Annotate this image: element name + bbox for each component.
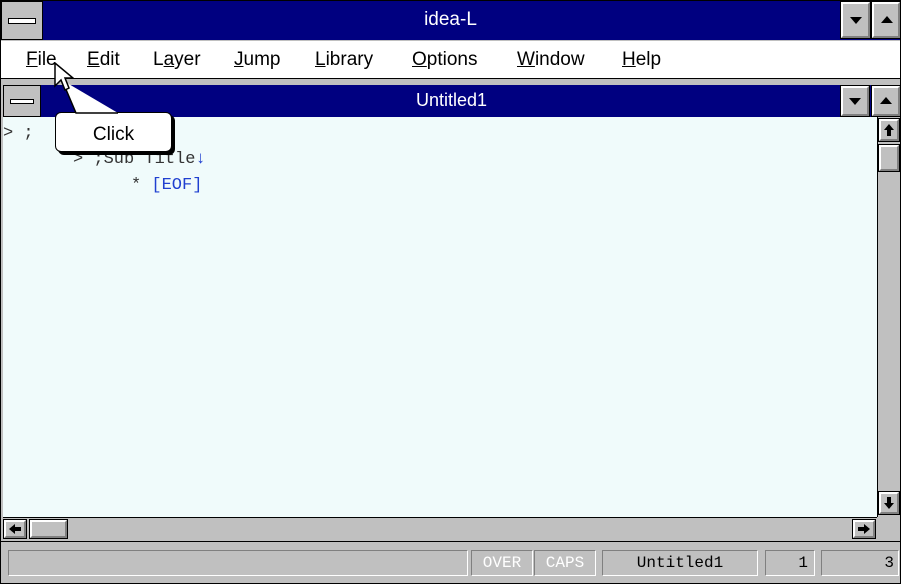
menu-layer-label: yer — [174, 49, 201, 70]
menu-jump-mnemonic: J — [234, 49, 244, 70]
status-line-number: 1 — [765, 550, 815, 576]
menu-jump-label: ump — [243, 49, 281, 70]
system-menu-icon — [8, 18, 36, 24]
menu-library[interactable]: Library — [315, 41, 373, 79]
menu-options-label: ptions — [426, 49, 478, 70]
document-system-menu-button[interactable] — [3, 85, 41, 117]
document-editor[interactable]: > ; > ;Sub Title↓ * [EOF] — [3, 117, 877, 517]
outline-line-1: > ; — [3, 124, 34, 143]
document-system-menu-icon — [10, 99, 34, 104]
menu-edit-mnemonic: E — [87, 49, 100, 70]
status-message-field — [8, 550, 468, 576]
click-callout-label: Click — [92, 124, 135, 145]
menu-help-label: elp — [635, 49, 662, 70]
status-filename: Untitled1 — [602, 550, 758, 576]
outline-line-2: > ;Sub Title↓ — [73, 150, 206, 169]
status-caps-indicator: CAPS — [534, 550, 596, 576]
menu-window-mnemonic: W — [517, 49, 535, 70]
outline-line-3: * [EOF] — [131, 176, 202, 195]
menu-jump[interactable]: Jump — [234, 41, 280, 79]
menu-library-label: ibrary — [325, 49, 374, 70]
status-column-number: 3 — [821, 550, 899, 576]
menu-file-mnemonic: F — [26, 49, 38, 70]
menu-layer-mnemonic: a — [163, 49, 175, 70]
app-title: idea-L — [424, 9, 477, 30]
menu-bar: File Edit Layer Jump Library Options Win… — [1, 41, 900, 79]
line-break-icon: ↓ — [195, 150, 206, 169]
document-maximize-button[interactable] — [871, 85, 901, 117]
mouse-cursor-icon — [54, 62, 74, 92]
line-1-marker: > — [3, 124, 14, 143]
menu-file[interactable]: File — [26, 41, 57, 79]
menu-layer[interactable]: Layer — [153, 41, 201, 79]
maximize-arrow-icon — [881, 16, 893, 23]
document-minimize-arrow-icon — [849, 98, 861, 105]
menu-library-mnemonic: L — [315, 49, 326, 70]
vertical-scroll-thumb[interactable] — [878, 144, 900, 172]
line-3-marker: * — [131, 176, 142, 195]
scroll-right-button[interactable] — [852, 519, 876, 539]
document-minimize-button[interactable] — [840, 85, 870, 117]
scroll-down-button[interactable] — [878, 491, 900, 515]
scroll-left-button[interactable] — [3, 519, 27, 539]
menu-window[interactable]: Window — [517, 41, 585, 79]
line-2-marker: > — [73, 150, 84, 169]
horizontal-scrollbar[interactable] — [3, 517, 877, 539]
vertical-scrollbar[interactable] — [877, 117, 900, 517]
scrollbar-corner — [877, 517, 900, 539]
menu-window-label: indow — [534, 49, 585, 70]
line-1-text: ; — [23, 124, 34, 143]
arrow-up-icon — [884, 124, 894, 136]
menu-options[interactable]: Options — [412, 41, 477, 79]
app-system-menu-button[interactable] — [1, 1, 43, 40]
scroll-up-button[interactable] — [878, 118, 900, 142]
app-maximize-button[interactable] — [871, 1, 901, 39]
menu-layer-prefix: L — [153, 49, 164, 70]
menu-help-mnemonic: H — [622, 49, 636, 70]
arrow-down-icon — [884, 497, 894, 509]
status-bar: OVER CAPS Untitled1 1 3 — [1, 541, 900, 583]
document-maximize-arrow-icon — [880, 97, 892, 104]
eof-marker: [EOF] — [151, 176, 203, 195]
menu-help[interactable]: Help — [622, 41, 661, 79]
horizontal-scroll-thumb[interactable] — [29, 519, 68, 539]
app-minimize-button[interactable] — [840, 1, 871, 39]
menu-edit-label: dit — [99, 49, 120, 70]
menu-options-mnemonic: O — [412, 49, 427, 70]
arrow-left-icon — [9, 524, 21, 534]
menu-edit[interactable]: Edit — [87, 41, 120, 79]
arrow-right-icon — [858, 524, 870, 534]
click-callout: Click — [55, 112, 172, 152]
minimize-arrow-icon — [850, 17, 862, 24]
app-title-bar: idea-L — [1, 1, 900, 40]
status-over-indicator: OVER — [471, 550, 533, 576]
